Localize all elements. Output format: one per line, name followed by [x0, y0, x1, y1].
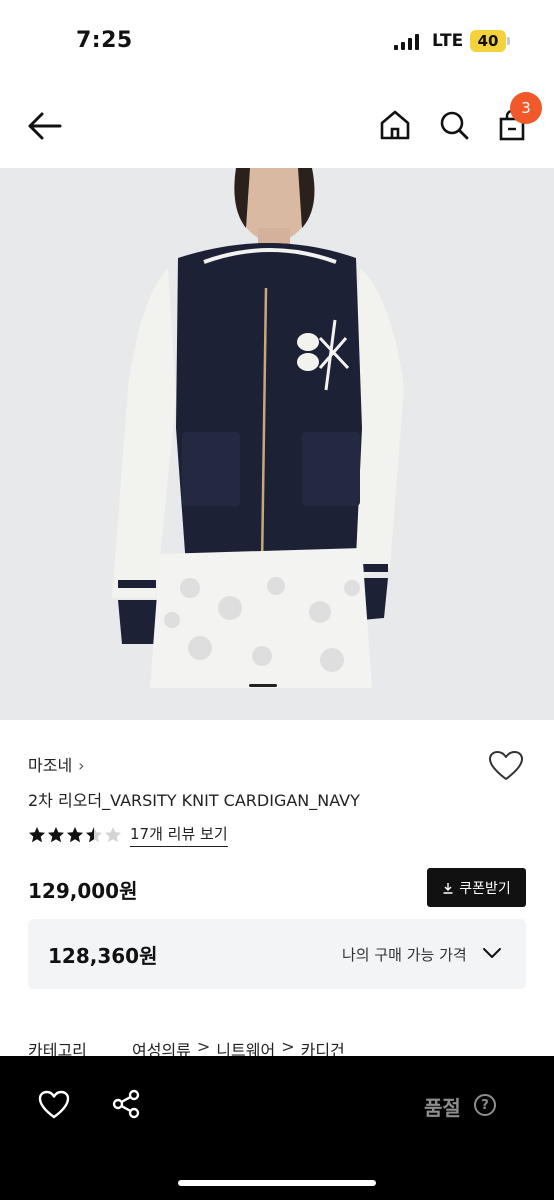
my-price-panel[interactable]: 128,360원 나의 구매 가능 가격 [28, 919, 526, 989]
my-price-value: 128,360원 [48, 944, 158, 968]
wishlist-heart-icon[interactable] [488, 750, 524, 782]
battery-icon: 40 [470, 30, 510, 52]
product-image[interactable] [0, 168, 554, 720]
star-icon [48, 827, 64, 843]
product-price: 129,000원 [28, 879, 138, 903]
image-pager-indicator [249, 684, 277, 687]
product-title: 2차 리오더_VARSITY KNIT CARDIGAN_NAVY [28, 791, 360, 810]
status-bar: 7:25 LTE 40 [0, 0, 554, 80]
home-indicator [178, 1180, 376, 1186]
star-icon [86, 827, 102, 843]
top-nav-bar: 3 [0, 88, 554, 164]
battery-level: 40 [477, 32, 499, 50]
download-icon [443, 882, 453, 894]
star-icon [67, 827, 83, 843]
home-icon[interactable] [378, 108, 412, 142]
network-label: LTE [432, 31, 464, 51]
bottom-action-bar: 품절 ? [0, 1056, 554, 1200]
my-price-label: 나의 구매 가능 가격 [342, 946, 467, 964]
help-icon[interactable]: ? [474, 1094, 496, 1116]
star-icon [29, 827, 45, 843]
review-link[interactable]: 17개 리뷰 보기 [130, 823, 228, 847]
chevron-right-icon: › [78, 756, 85, 775]
status-time: 7:25 [76, 28, 133, 53]
heart-icon[interactable] [38, 1090, 70, 1120]
brand-name: 마조네 [28, 756, 73, 775]
coupon-button[interactable]: 쿠폰받기 [427, 868, 526, 907]
back-arrow-icon[interactable] [26, 110, 64, 142]
brand-link[interactable]: 마조네 › [28, 752, 85, 776]
sold-out-label: 품절 [424, 1096, 461, 1120]
star-rating [28, 826, 122, 844]
rating-row: 17개 리뷰 보기 [28, 823, 228, 847]
signal-icon [394, 34, 419, 50]
share-icon[interactable] [110, 1088, 142, 1120]
search-icon[interactable] [437, 108, 471, 142]
cart-count-badge: 3 [510, 92, 542, 124]
chevron-down-icon [483, 948, 501, 958]
coupon-label: 쿠폰받기 [459, 880, 511, 897]
star-icon [105, 827, 121, 843]
